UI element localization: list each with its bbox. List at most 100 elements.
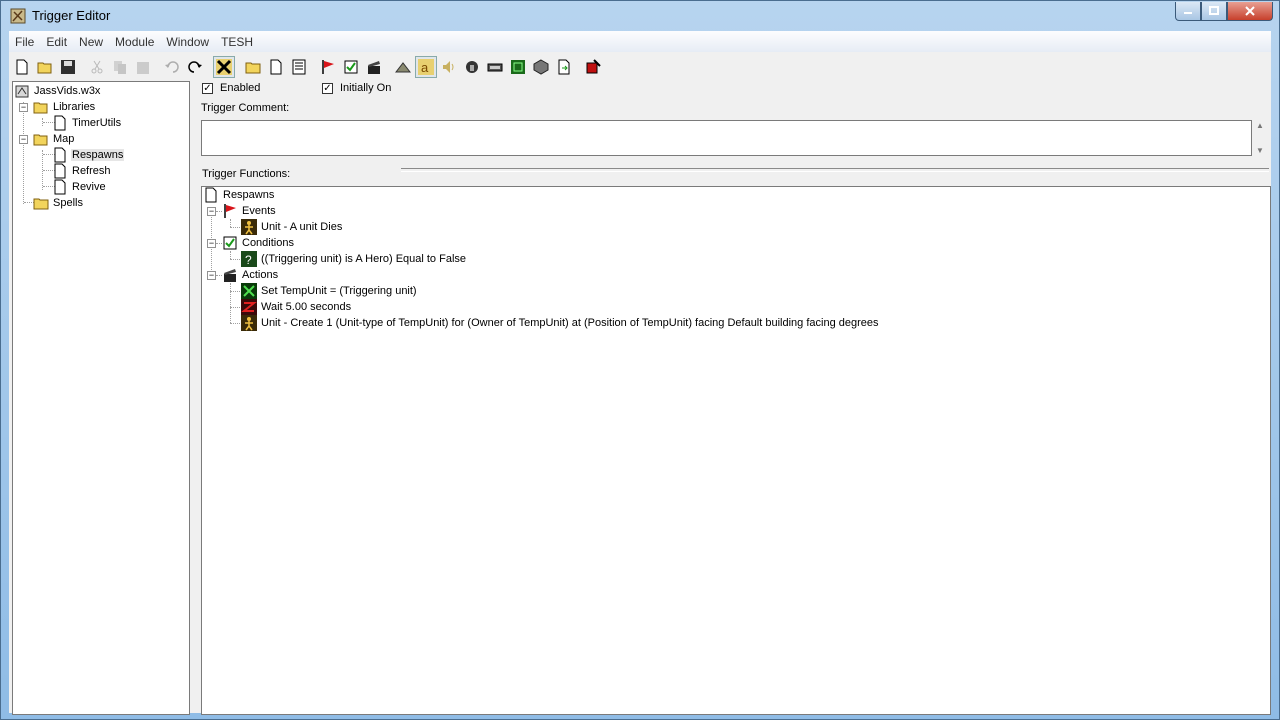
func-label-action-3: Unit - Create 1 (Unit-type of TempUnit) … xyxy=(261,317,879,329)
func-node-action-3[interactable]: Unit - Create 1 (Unit-type of TempUnit) … xyxy=(241,315,880,331)
splitter-grip[interactable] xyxy=(401,168,1269,172)
menu-new[interactable]: New xyxy=(73,35,109,49)
folder-open-icon xyxy=(33,134,48,146)
menu-tesh[interactable]: TESH xyxy=(215,35,259,49)
ai-editor-button[interactable] xyxy=(507,56,529,78)
tree-node-respawns[interactable]: Respawns xyxy=(52,147,125,163)
campaign-editor-button[interactable] xyxy=(484,56,506,78)
func-node-actions[interactable]: Actions xyxy=(222,267,279,283)
terrain-icon xyxy=(395,61,411,72)
clapperboard-icon xyxy=(224,269,236,282)
save-disk-icon xyxy=(61,59,75,74)
toolbar: a xyxy=(9,53,1271,80)
func-node-action-2[interactable]: Wait 5.00 seconds xyxy=(241,299,352,315)
speaker-icon xyxy=(443,60,454,73)
object-editor-button[interactable] xyxy=(461,56,483,78)
initially-on-checkbox[interactable]: ✓ Initially On xyxy=(322,82,391,94)
conditions-collapse-toggle[interactable]: − xyxy=(207,239,216,248)
condition-icon xyxy=(223,236,237,250)
menu-edit[interactable]: Edit xyxy=(40,35,73,49)
map-collapse-toggle[interactable]: − xyxy=(19,135,28,144)
copy-button[interactable] xyxy=(109,56,131,78)
func-label-condition-1: ((Triggering unit) is A Hero) Equal to F… xyxy=(261,253,467,265)
tree-label-root: JassVids.w3x xyxy=(34,85,101,97)
unit-icon xyxy=(241,219,257,235)
func-label-conditions: Conditions xyxy=(242,237,294,249)
redo-button[interactable] xyxy=(184,56,206,78)
tree-node-refresh[interactable]: Refresh xyxy=(52,163,112,179)
func-label-actions: Actions xyxy=(242,269,279,281)
events-collapse-toggle[interactable]: − xyxy=(207,207,216,216)
func-label-trigger: Respawns xyxy=(223,189,275,201)
set-variable-icon xyxy=(241,283,257,299)
copy-icon xyxy=(114,60,126,74)
libraries-collapse-toggle[interactable]: − xyxy=(19,103,28,112)
actions-collapse-toggle[interactable]: − xyxy=(207,271,216,280)
tree-node-root[interactable]: JassVids.w3x xyxy=(14,83,101,99)
trigger-editor-button[interactable]: a xyxy=(415,55,437,78)
test-map-button[interactable] xyxy=(582,56,604,78)
tree-node-libraries[interactable]: Libraries xyxy=(33,99,96,115)
svg-text:a: a xyxy=(421,60,429,75)
new-condition-button[interactable] xyxy=(340,56,362,78)
comment-scrollbar[interactable]: ▲ ▼ xyxy=(1254,121,1266,155)
object-manager-button[interactable] xyxy=(530,56,552,78)
tree-node-map[interactable]: Map xyxy=(33,131,75,147)
maximize-button[interactable] xyxy=(1201,2,1227,21)
campaign-icon xyxy=(487,63,503,71)
menu-file[interactable]: File xyxy=(9,35,40,49)
close-icon xyxy=(1245,6,1255,16)
trigger-comment-textarea[interactable] xyxy=(201,120,1252,156)
func-node-events[interactable]: Events xyxy=(222,203,277,219)
title-bar[interactable]: Trigger Editor xyxy=(1,1,1279,31)
red-flag-icon xyxy=(322,59,334,74)
paste-button[interactable] xyxy=(132,56,154,78)
trigger-page-icon xyxy=(54,179,66,195)
tree-node-revive[interactable]: Revive xyxy=(52,179,107,195)
trigger-list-tree[interactable]: JassVids.w3x − Libraries TimerUtils − Ma… xyxy=(12,81,190,715)
func-node-condition-1[interactable]: ? ((Triggering unit) is A Hero) Equal to… xyxy=(241,251,467,267)
trigger-comment-label: Trigger Comment: xyxy=(201,102,290,114)
new-trigger-button[interactable] xyxy=(265,56,287,78)
page-icon xyxy=(270,59,282,74)
tree-node-spells[interactable]: Spells xyxy=(33,195,84,211)
menu-window[interactable]: Window xyxy=(160,35,215,49)
import-manager-button[interactable] xyxy=(553,56,575,78)
minimize-button[interactable] xyxy=(1175,2,1201,21)
terrain-editor-button[interactable] xyxy=(392,56,414,78)
wait-icon xyxy=(241,299,257,315)
save-button[interactable] xyxy=(57,56,79,78)
func-label-action-2: Wait 5.00 seconds xyxy=(261,301,352,313)
trigger-functions-tree[interactable]: Respawns − Events Unit - A unit Dies − C… xyxy=(201,186,1271,715)
tree-label-refresh: Refresh xyxy=(72,165,111,177)
new-action-button[interactable] xyxy=(363,56,385,78)
new-event-button[interactable] xyxy=(317,56,339,78)
close-button[interactable] xyxy=(1227,2,1273,21)
window-title: Trigger Editor xyxy=(32,8,111,23)
new-map-button[interactable] xyxy=(11,56,33,78)
trigger-functions-label: Trigger Functions: xyxy=(202,168,291,180)
tree-node-timerutils[interactable]: TimerUtils xyxy=(52,115,122,131)
trigger-page-icon xyxy=(54,115,66,131)
tree-label-revive: Revive xyxy=(72,181,106,193)
new-category-button[interactable] xyxy=(242,56,264,78)
unit-icon xyxy=(241,315,257,331)
func-node-action-1[interactable]: Set TempUnit = (Triggering unit) xyxy=(241,283,418,299)
func-node-event-1[interactable]: Unit - A unit Dies xyxy=(241,219,343,235)
cut-button[interactable] xyxy=(86,56,108,78)
caption-buttons xyxy=(1175,2,1273,21)
menu-module[interactable]: Module xyxy=(109,35,160,49)
import-icon xyxy=(558,59,570,74)
tree-label-libraries: Libraries xyxy=(53,101,96,113)
tree-label-timerutils: TimerUtils xyxy=(72,117,122,129)
func-node-trigger[interactable]: Respawns xyxy=(203,187,275,203)
open-button[interactable] xyxy=(34,56,56,78)
undo-button[interactable] xyxy=(161,56,183,78)
new-comment-button[interactable] xyxy=(288,56,310,78)
enabled-checkbox[interactable]: ✓ Enabled xyxy=(202,82,260,94)
func-node-conditions[interactable]: Conditions xyxy=(222,235,295,251)
menu-bar: File Edit New Module Window TESH xyxy=(9,31,1271,52)
sound-editor-button[interactable] xyxy=(438,56,460,78)
helmet-icon xyxy=(466,60,478,73)
trigger-editor-toggle[interactable] xyxy=(213,55,235,78)
